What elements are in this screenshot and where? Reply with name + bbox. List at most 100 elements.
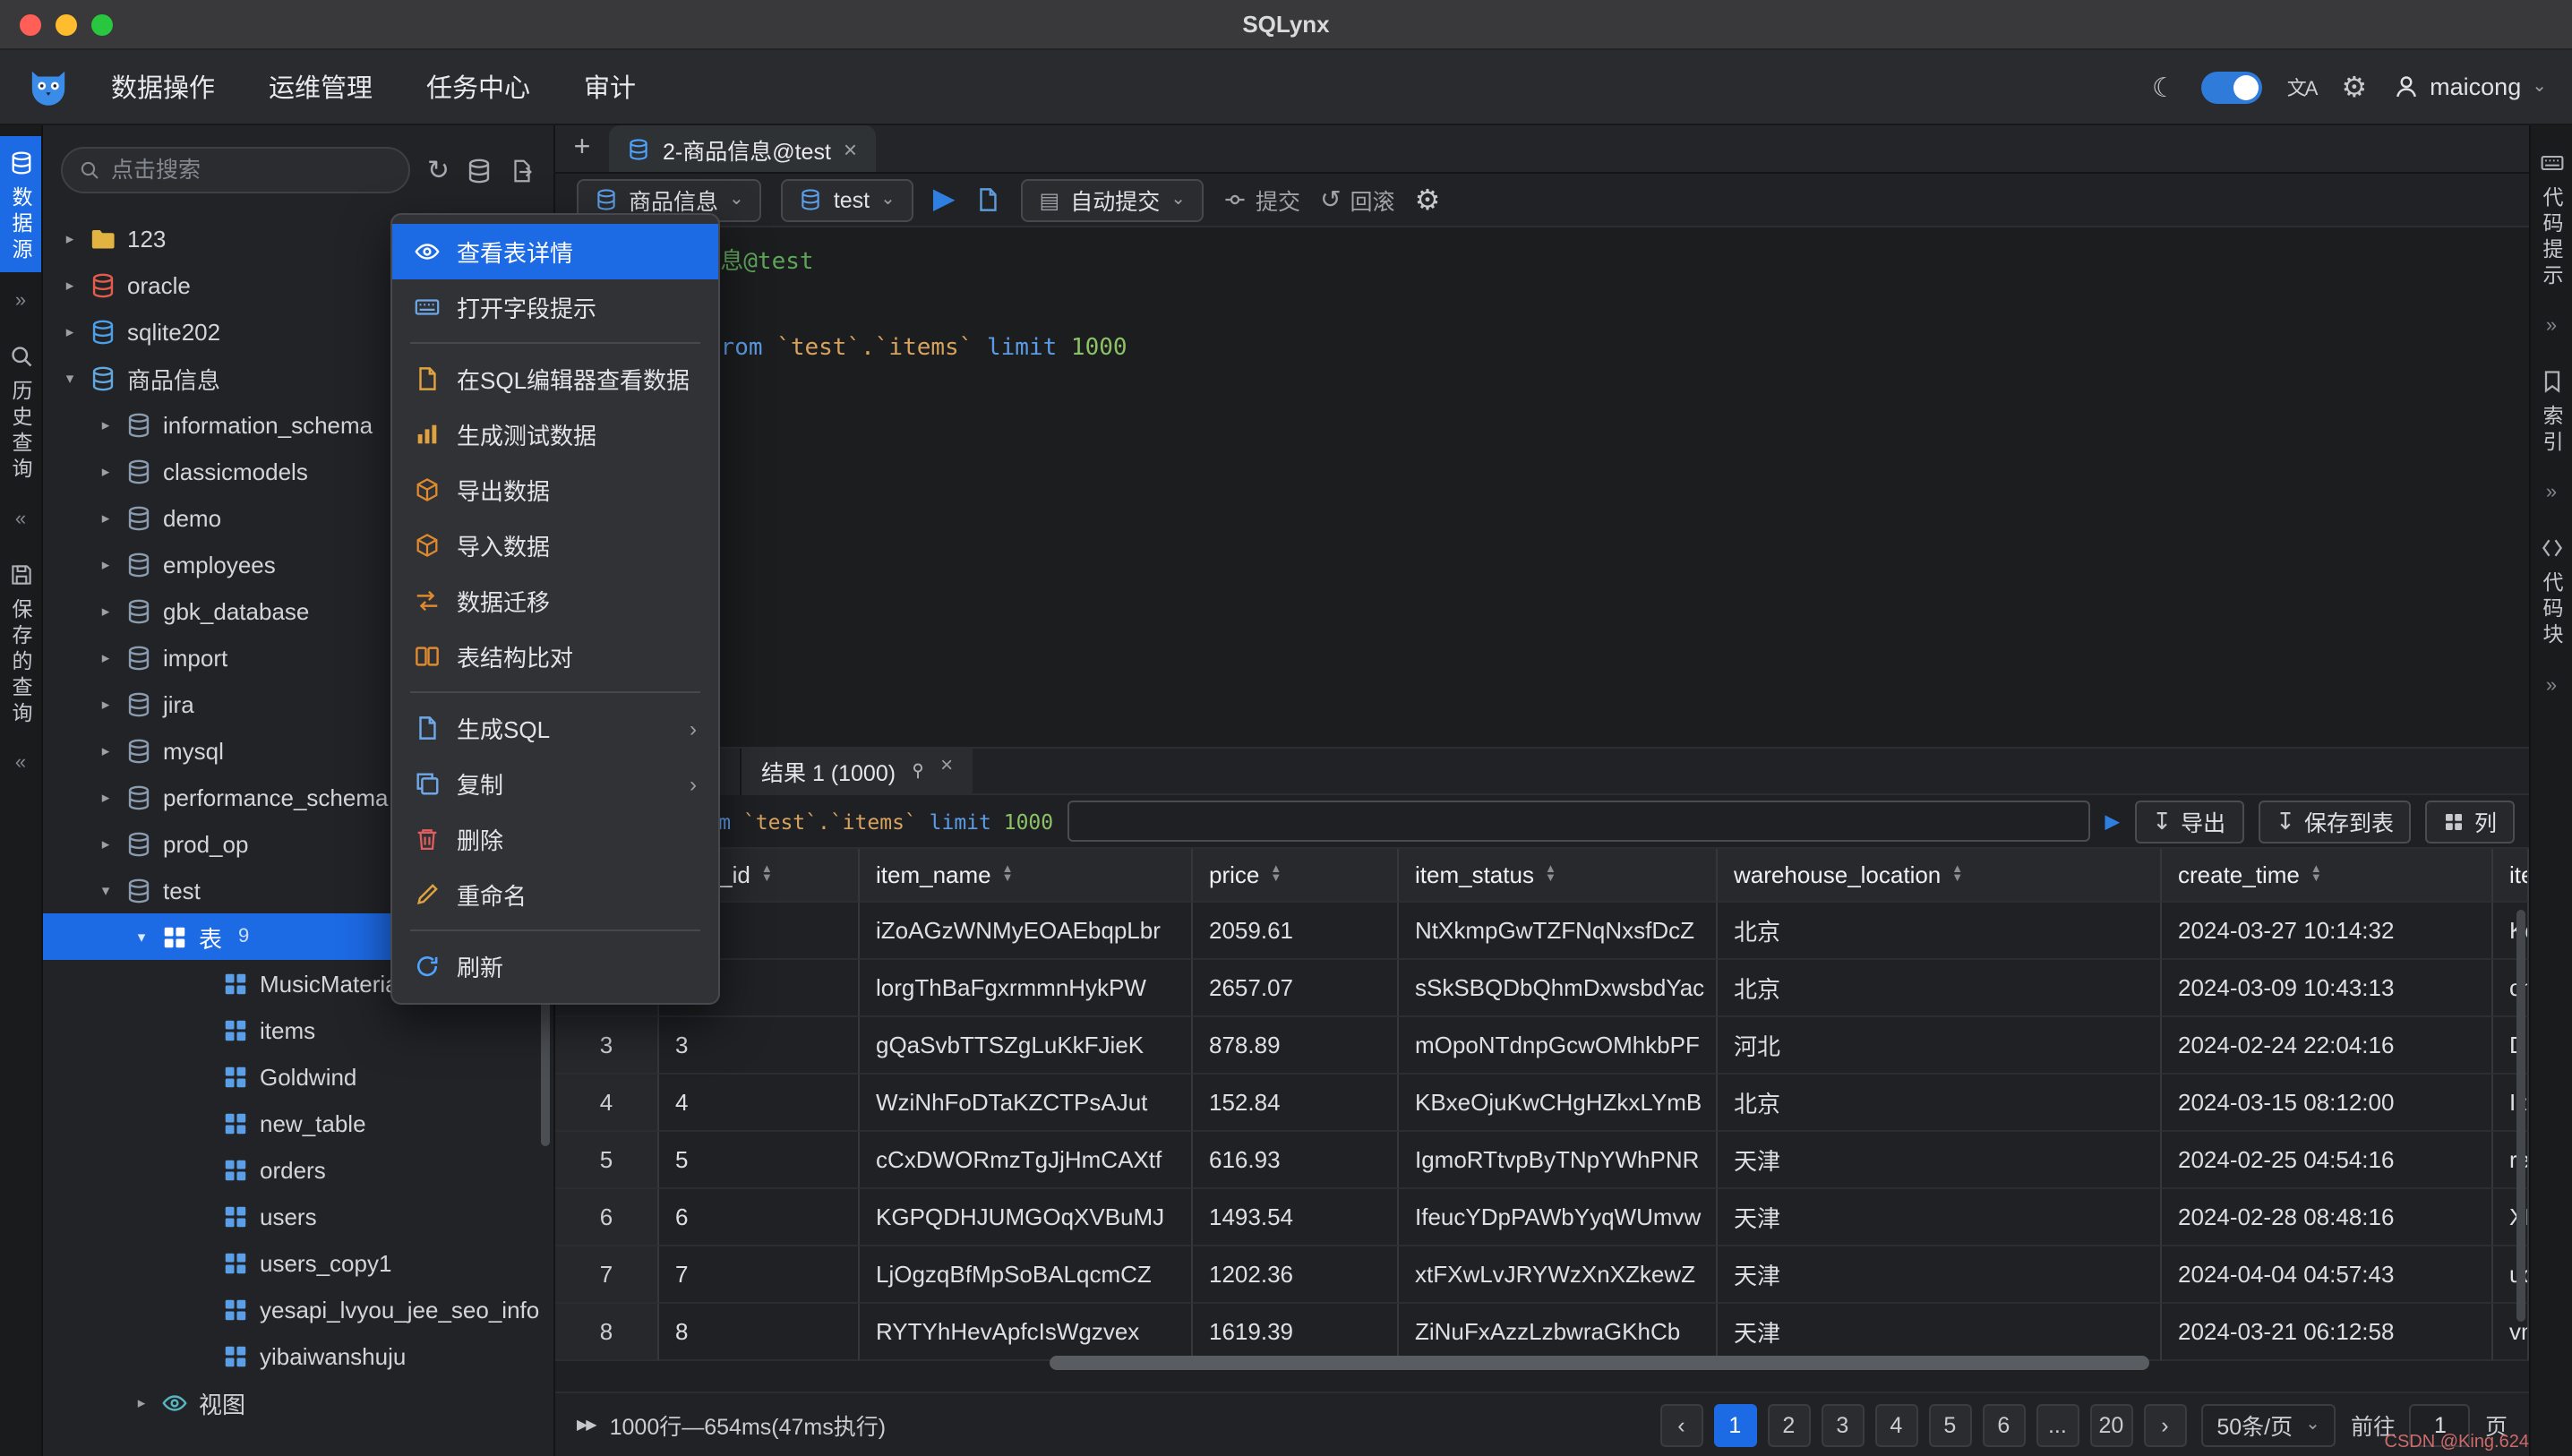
grid-cell[interactable]: 天津 bbox=[1718, 1132, 2162, 1189]
grid-cell[interactable]: 152.84 bbox=[1193, 1075, 1399, 1132]
sort-icon[interactable]: ▲▼ bbox=[1951, 867, 1963, 883]
context-menu-item[interactable]: 刷新 bbox=[392, 938, 718, 994]
chevron-right-icon[interactable]: ▸ bbox=[97, 601, 115, 621]
tree-item[interactable]: new_table bbox=[43, 1100, 553, 1146]
pin-icon[interactable] bbox=[908, 761, 928, 781]
page-button[interactable]: 4 bbox=[1874, 1403, 1917, 1446]
results-tab[interactable]: 结果 1 (1000) × bbox=[742, 748, 973, 794]
save-to-table-button[interactable]: ↧ 保存到表 bbox=[2258, 800, 2412, 843]
page-button[interactable]: 3 bbox=[1821, 1403, 1864, 1446]
chevron-right-icon[interactable]: ▸ bbox=[97, 647, 115, 667]
export-datasource-icon[interactable] bbox=[509, 157, 536, 184]
collapse-chevron-icon[interactable]: » bbox=[2546, 315, 2557, 337]
sort-icon[interactable]: ▲▼ bbox=[761, 867, 773, 883]
page-next-button[interactable]: › bbox=[2143, 1403, 2186, 1446]
grid-cell[interactable]: 1493.54 bbox=[1193, 1189, 1399, 1246]
sort-icon[interactable]: ▲▼ bbox=[1545, 867, 1556, 883]
rollback-button[interactable]: ↺ 回滚 bbox=[1320, 183, 1395, 217]
grid-cell[interactable]: 1619.39 bbox=[1193, 1304, 1399, 1361]
page-size-select[interactable]: 50条/页 ⌄ bbox=[2200, 1403, 2336, 1446]
context-menu-item[interactable]: 数据迁移 bbox=[392, 573, 718, 629]
new-tab-button[interactable]: + bbox=[555, 125, 609, 172]
grid-scrollbar[interactable] bbox=[2516, 910, 2525, 1322]
grid-cell[interactable]: iZoAGzWNMyEOAEbqpLbr bbox=[860, 903, 1193, 960]
chevron-right-icon[interactable]: ▸ bbox=[97, 461, 115, 481]
page-button[interactable]: 1 bbox=[1713, 1403, 1756, 1446]
grid-cell[interactable]: 4 bbox=[659, 1075, 860, 1132]
grid-cell[interactable]: 2024-02-24 22:04:16 bbox=[2162, 1017, 2493, 1075]
grid-cell[interactable]: 2024-04-04 04:57:43 bbox=[2162, 1246, 2493, 1304]
grid-cell[interactable]: gQaSvbTTSZgLuKkFJieK bbox=[860, 1017, 1193, 1075]
settings-gear-icon[interactable]: ⚙ bbox=[2341, 69, 2367, 105]
tree-item[interactable]: orders bbox=[43, 1146, 553, 1193]
grid-header-cell[interactable]: create_time▲▼ bbox=[2162, 849, 2493, 903]
grid-cell[interactable]: 北京 bbox=[1718, 960, 2162, 1017]
chevron-down-icon[interactable]: ▾ bbox=[97, 880, 115, 900]
rail-item[interactable]: 代码提示 bbox=[2531, 136, 2572, 297]
page-ellipsis[interactable]: ... bbox=[2036, 1403, 2079, 1446]
context-menu-item[interactable]: 重命名 bbox=[392, 867, 718, 922]
editor-tab[interactable]: 2-商品信息@test × bbox=[609, 125, 875, 172]
tree-item[interactable]: users bbox=[43, 1193, 553, 1239]
context-menu-item[interactable]: 生成SQL› bbox=[392, 700, 718, 756]
grid-cell[interactable]: xtFXwLvJRYWzXnXZkewZ bbox=[1399, 1246, 1718, 1304]
grid-cell[interactable]: 2024-03-15 08:12:00 bbox=[2162, 1075, 2493, 1132]
chevron-right-icon[interactable]: ▸ bbox=[97, 415, 115, 434]
grid-cell[interactable]: 8 bbox=[659, 1304, 860, 1361]
run-button[interactable]: ▶ bbox=[933, 185, 956, 214]
ref resh-tree-icon[interactable]: ↻ bbox=[427, 154, 450, 186]
grid-cell[interactable]: NtXkmpGwTZFNqNxsfDcZ bbox=[1399, 903, 1718, 960]
search-box[interactable] bbox=[61, 147, 411, 193]
grid-cell[interactable]: 天津 bbox=[1718, 1246, 2162, 1304]
chevron-down-icon[interactable]: ▾ bbox=[133, 927, 150, 946]
user-menu[interactable]: maicong ⌄ bbox=[2392, 73, 2547, 100]
commit-mode-select[interactable]: ▤ 自动提交 ⌄ bbox=[1022, 178, 1205, 221]
grid-cell[interactable]: mOpoNTdnpGcwOMhkbPF bbox=[1399, 1017, 1718, 1075]
tree-item[interactable]: items bbox=[43, 1006, 553, 1053]
export-button[interactable]: ↧ 导出 bbox=[2134, 800, 2243, 843]
schema-select[interactable]: test ⌄ bbox=[782, 178, 913, 221]
nav-menu-item[interactable]: 运维管理 bbox=[269, 68, 373, 106]
grid-cell[interactable]: lorgThBaFgxrmmnHykPW bbox=[860, 960, 1193, 1017]
grid-header-cell[interactable]: warehouse_location▲▼ bbox=[1718, 849, 2162, 903]
grid-cell[interactable]: 河北 bbox=[1718, 1017, 2162, 1075]
script-icon[interactable] bbox=[975, 186, 1002, 213]
grid-cell[interactable]: 2024-03-09 10:43:13 bbox=[2162, 960, 2493, 1017]
editor-settings-icon[interactable]: ⚙ bbox=[1415, 182, 1441, 218]
sort-icon[interactable]: ▲▼ bbox=[1270, 867, 1282, 883]
chevron-right-icon[interactable]: ▸ bbox=[61, 275, 79, 295]
chevron-right-icon[interactable]: ▸ bbox=[97, 741, 115, 760]
sql-editor[interactable]: -- 2-商品信息@test select * from `test`.`ite… bbox=[555, 227, 2529, 747]
grid-cell[interactable]: 2024-03-27 10:14:32 bbox=[2162, 903, 2493, 960]
columns-button[interactable]: 列 bbox=[2426, 800, 2515, 843]
collapse-chevron-icon[interactable]: » bbox=[15, 289, 26, 311]
nav-menu-item[interactable]: 数据操作 bbox=[111, 68, 215, 106]
grid-cell[interactable]: 2024-02-25 04:54:16 bbox=[2162, 1132, 2493, 1189]
grid-cell[interactable]: 2024-03-21 06:12:58 bbox=[2162, 1304, 2493, 1361]
grid-header-cell[interactable]: item_status▲▼ bbox=[1399, 849, 1718, 903]
theme-toggle[interactable] bbox=[2201, 71, 2262, 103]
grid-cell[interactable]: IfeucYDpPAWbYyqWUmvw bbox=[1399, 1189, 1718, 1246]
chevron-right-icon[interactable]: ▸ bbox=[97, 554, 115, 574]
grid-cell[interactable]: 7 bbox=[659, 1246, 860, 1304]
context-menu-item[interactable]: 在SQL编辑器查看数据 bbox=[392, 351, 718, 407]
grid-cell[interactable]: 天津 bbox=[1718, 1304, 2162, 1361]
page-button[interactable]: 20 bbox=[2089, 1403, 2132, 1446]
grid-cell[interactable]: 6 bbox=[659, 1189, 860, 1246]
page-button[interactable]: 5 bbox=[1928, 1403, 1971, 1446]
context-menu-item[interactable]: 生成测试数据 bbox=[392, 407, 718, 462]
close-results-icon[interactable]: × bbox=[940, 751, 953, 776]
rail-item[interactable]: 索引 bbox=[2531, 355, 2572, 464]
grid-cell[interactable]: RYTYhHevApfcIsWgzvex bbox=[860, 1304, 1193, 1361]
chevron-right-icon[interactable]: ▸ bbox=[133, 1392, 150, 1412]
rail-item[interactable]: 代码块 bbox=[2531, 521, 2572, 656]
context-menu-item[interactable]: 删除 bbox=[392, 811, 718, 867]
search-input[interactable] bbox=[111, 158, 290, 183]
grid-cell[interactable]: 天津 bbox=[1718, 1189, 2162, 1246]
grid-cell[interactable]: IgmoRTtvpByTNpYWhPNR bbox=[1399, 1132, 1718, 1189]
grid-header-cell[interactable]: item_desc▲▼ bbox=[2493, 849, 2529, 903]
add-datasource-icon[interactable] bbox=[466, 157, 493, 184]
grid-cell[interactable]: 2657.07 bbox=[1193, 960, 1399, 1017]
collapse-chevron-icon[interactable]: « bbox=[15, 752, 26, 774]
grid-cell[interactable]: 616.93 bbox=[1193, 1132, 1399, 1189]
